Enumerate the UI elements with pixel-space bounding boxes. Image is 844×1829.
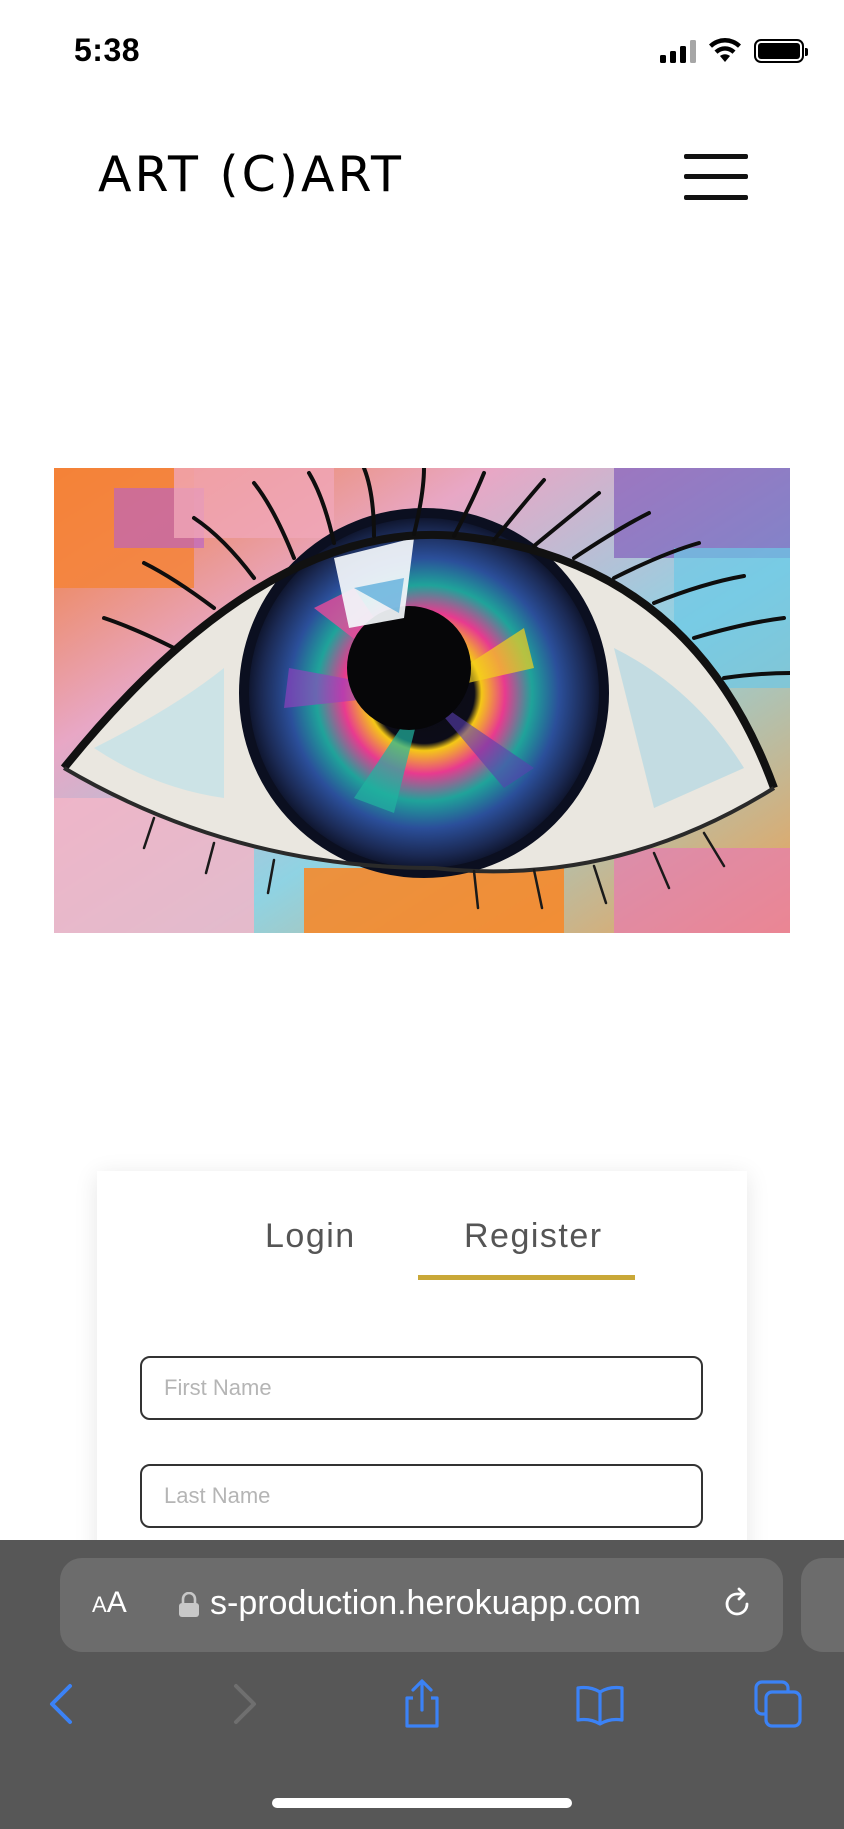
- wifi-icon: [709, 38, 741, 62]
- browser-toolbar: AA s-production.herokuapp.com: [0, 1540, 844, 1829]
- menu-icon[interactable]: [684, 152, 748, 202]
- share-icon[interactable]: [396, 1678, 448, 1730]
- url-text: s-production.herokuapp.com: [210, 1584, 641, 1622]
- cellular-signal-icon: [660, 39, 696, 63]
- status-icons: [660, 38, 808, 64]
- status-time: 5:38: [74, 32, 141, 68]
- tab-register[interactable]: Register: [464, 1217, 603, 1256]
- forward-icon: [234, 1684, 256, 1724]
- brand-logo[interactable]: ART (C)ART: [98, 146, 404, 203]
- bookmarks-icon[interactable]: [574, 1678, 626, 1730]
- text-size-button[interactable]: AA: [92, 1586, 127, 1620]
- last-name-field[interactable]: [140, 1464, 703, 1528]
- status-bar: 5:38: [0, 0, 844, 100]
- hero-painting-image: [54, 468, 790, 933]
- battery-icon: [754, 39, 808, 63]
- address-bar[interactable]: AA s-production.herokuapp.com: [60, 1558, 783, 1652]
- tabs-icon[interactable]: [752, 1678, 804, 1730]
- tab-login[interactable]: Login: [265, 1217, 356, 1256]
- first-name-field[interactable]: [140, 1356, 703, 1420]
- back-icon[interactable]: [36, 1678, 88, 1730]
- home-indicator: [272, 1798, 572, 1808]
- next-tab-preview[interactable]: [801, 1558, 844, 1652]
- lock-icon: [179, 1592, 199, 1617]
- reload-icon[interactable]: [719, 1586, 755, 1622]
- active-tab-indicator: [418, 1275, 635, 1280]
